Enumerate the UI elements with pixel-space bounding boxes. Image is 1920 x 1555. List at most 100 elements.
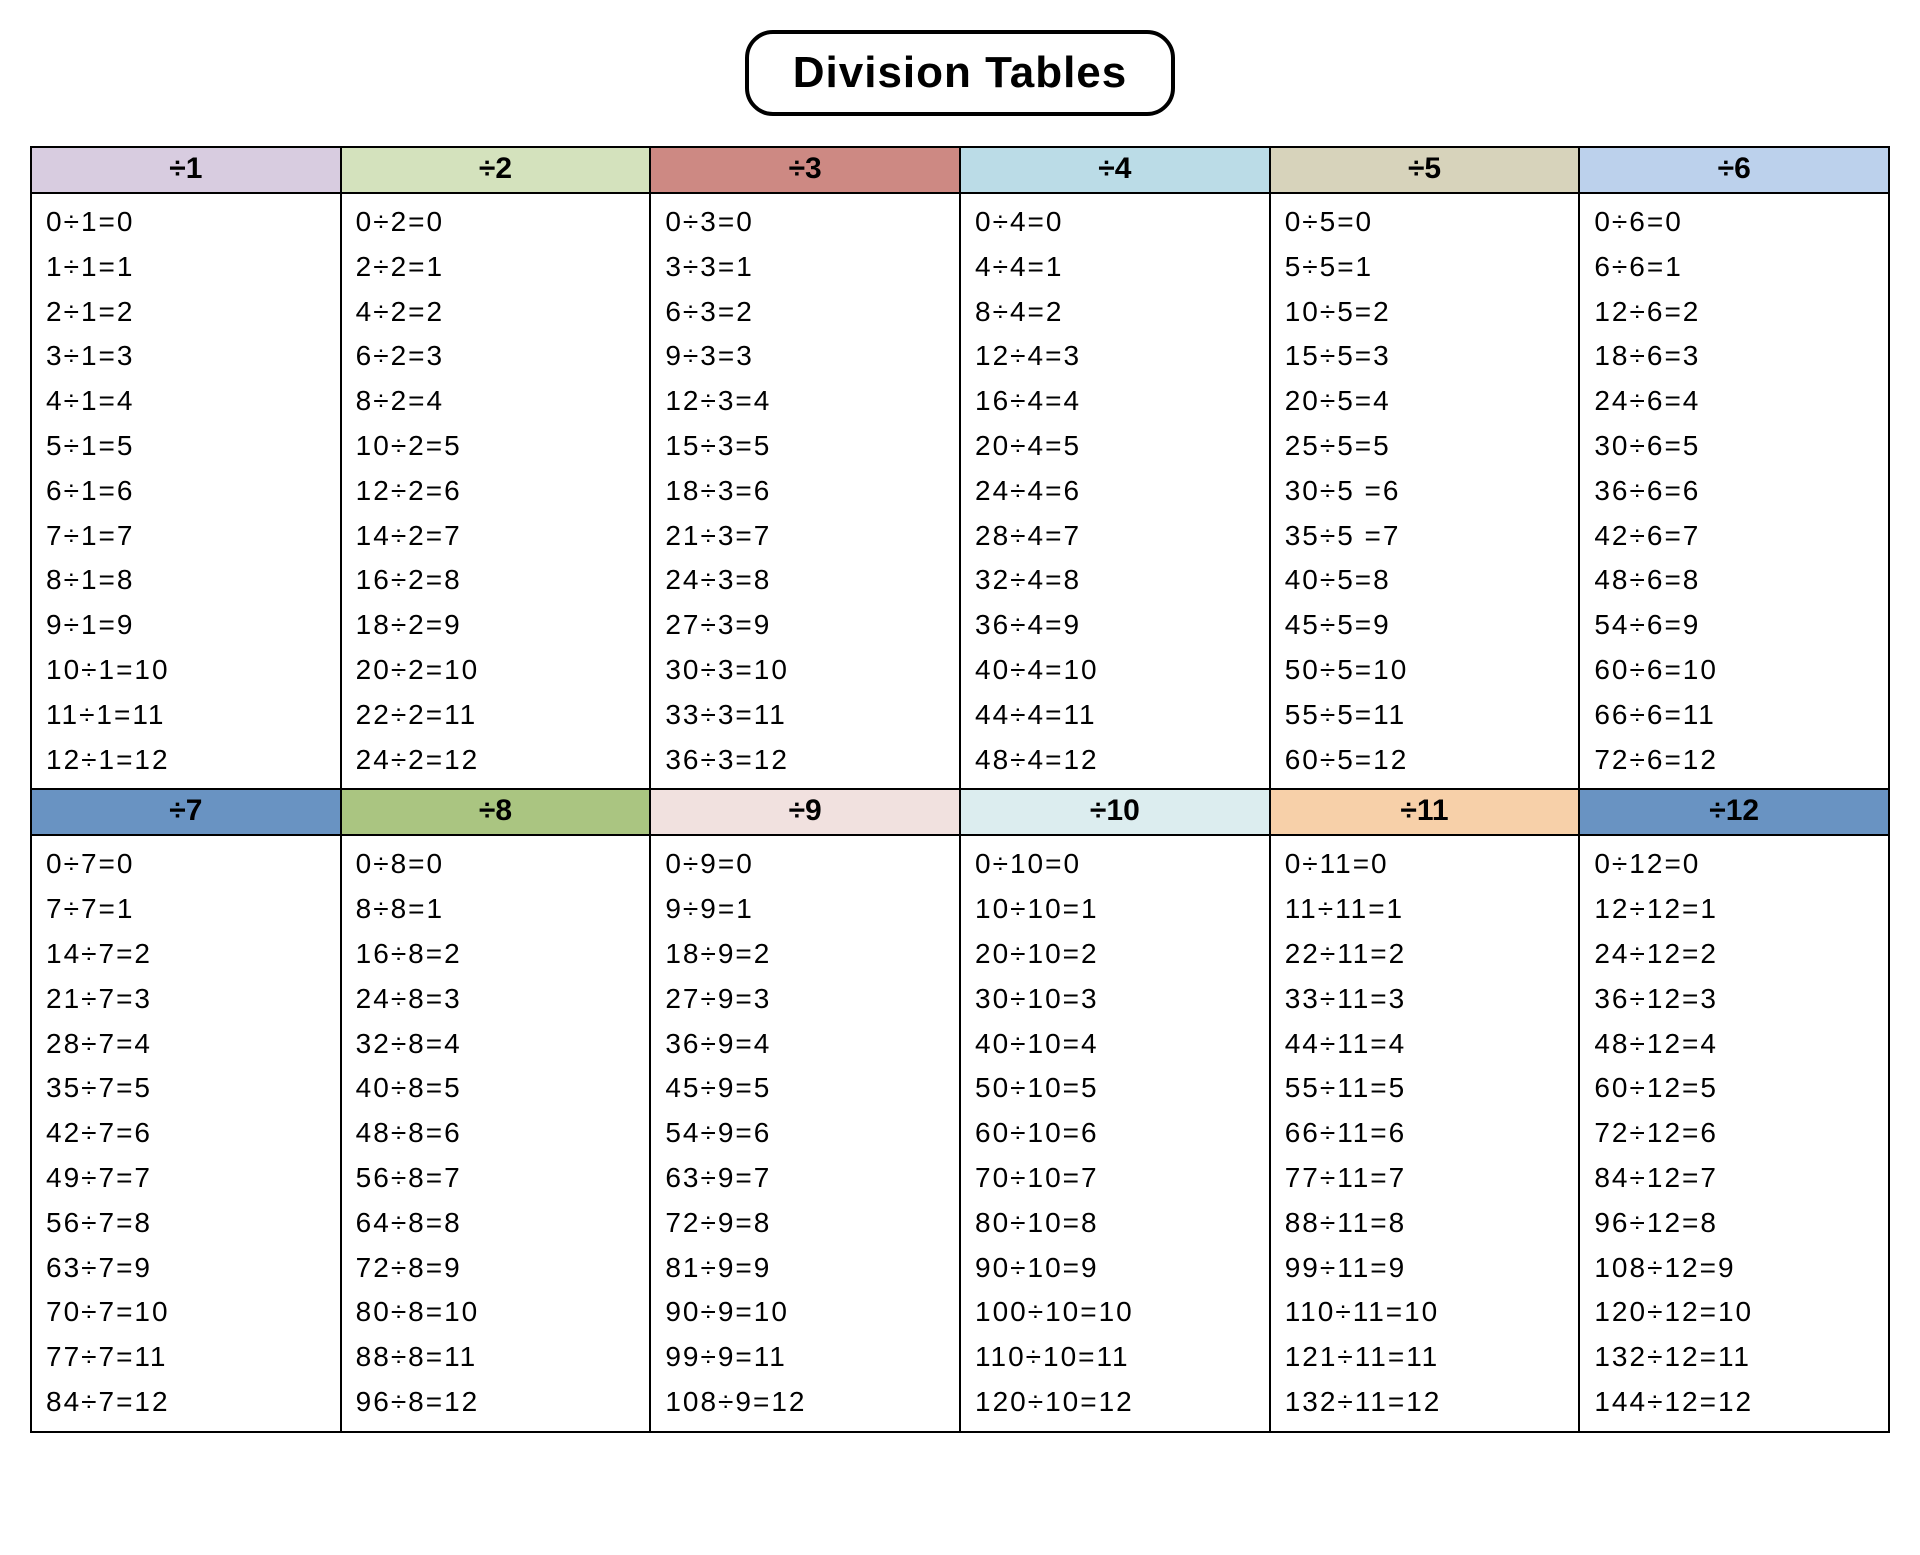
equation: 6÷3=2 (665, 290, 949, 335)
division-column-1: ÷10÷1=01÷1=12÷1=23÷1=34÷1=45÷1=56÷1=67÷1… (32, 146, 342, 788)
equation: 8÷8=1 (356, 887, 640, 932)
column-header: ÷3 (651, 146, 959, 194)
equation: 32÷4=8 (975, 558, 1259, 603)
division-column-12: ÷120÷12=012÷12=124÷12=236÷12=348÷12=460÷… (1580, 788, 1888, 1430)
equation: 70÷10=7 (975, 1156, 1259, 1201)
equation: 8÷4=2 (975, 290, 1259, 335)
equation: 84÷7=12 (46, 1380, 330, 1425)
equation: 27÷9=3 (665, 977, 949, 1022)
equation: 27÷3=9 (665, 603, 949, 648)
equation: 120÷10=12 (975, 1380, 1259, 1425)
equation: 14÷7=2 (46, 932, 330, 977)
equation: 50÷10=5 (975, 1066, 1259, 1111)
division-column-2: ÷20÷2=02÷2=14÷2=26÷2=38÷2=410÷2=512÷2=61… (342, 146, 652, 788)
equation: 36÷9=4 (665, 1022, 949, 1067)
equation: 99÷9=11 (665, 1335, 949, 1380)
equation: 32÷8=4 (356, 1022, 640, 1067)
division-column-8: ÷80÷8=08÷8=116÷8=224÷8=332÷8=440÷8=548÷8… (342, 788, 652, 1430)
equation: 77÷11=7 (1285, 1156, 1569, 1201)
equation: 15÷3=5 (665, 424, 949, 469)
equation: 5÷1=5 (46, 424, 330, 469)
equation: 120÷12=10 (1594, 1290, 1878, 1335)
equation: 40÷4=10 (975, 648, 1259, 693)
equation: 96÷12=8 (1594, 1201, 1878, 1246)
equation: 40÷5=8 (1285, 558, 1569, 603)
equation: 90÷10=9 (975, 1246, 1259, 1291)
equation: 50÷5=10 (1285, 648, 1569, 693)
equation: 18÷9=2 (665, 932, 949, 977)
equation: 16÷2=8 (356, 558, 640, 603)
equation: 108÷9=12 (665, 1380, 949, 1425)
equation: 121÷11=11 (1285, 1335, 1569, 1380)
equation: 15÷5=3 (1285, 334, 1569, 379)
equation: 21÷3=7 (665, 514, 949, 559)
equation: 55÷11=5 (1285, 1066, 1569, 1111)
division-column-4: ÷40÷4=04÷4=18÷4=212÷4=316÷4=420÷4=524÷4=… (961, 146, 1271, 788)
equation: 5÷5=1 (1285, 245, 1569, 290)
equation: 84÷12=7 (1594, 1156, 1878, 1201)
equation: 0÷1=0 (46, 200, 330, 245)
column-header: ÷8 (342, 788, 650, 836)
equation: 36÷12=3 (1594, 977, 1878, 1022)
equation: 48÷6=8 (1594, 558, 1878, 603)
equation: 12÷3=4 (665, 379, 949, 424)
equation: 80÷8=10 (356, 1290, 640, 1335)
equation: 7÷1=7 (46, 514, 330, 559)
equation: 132÷11=12 (1285, 1380, 1569, 1425)
equation: 12÷2=6 (356, 469, 640, 514)
equation: 10÷2=5 (356, 424, 640, 469)
equation: 0÷8=0 (356, 842, 640, 887)
equation: 81÷9=9 (665, 1246, 949, 1291)
equation: 0÷5=0 (1285, 200, 1569, 245)
equation: 20÷2=10 (356, 648, 640, 693)
column-body: 0÷12=012÷12=124÷12=236÷12=348÷12=460÷12=… (1580, 836, 1888, 1430)
equation: 64÷8=8 (356, 1201, 640, 1246)
division-column-11: ÷110÷11=011÷11=122÷11=233÷11=344÷11=455÷… (1271, 788, 1581, 1430)
title-container: Division Tables (30, 30, 1890, 116)
equation: 72÷12=6 (1594, 1111, 1878, 1156)
equation: 28÷4=7 (975, 514, 1259, 559)
equation: 18÷6=3 (1594, 334, 1878, 379)
equation: 110÷11=10 (1285, 1290, 1569, 1335)
equation: 60÷12=5 (1594, 1066, 1878, 1111)
equation: 54÷9=6 (665, 1111, 949, 1156)
column-header: ÷12 (1580, 788, 1888, 836)
column-header: ÷1 (32, 146, 340, 194)
equation: 0÷12=0 (1594, 842, 1878, 887)
equation: 10÷10=1 (975, 887, 1259, 932)
equation: 0÷4=0 (975, 200, 1259, 245)
equation: 48÷4=12 (975, 738, 1259, 783)
equation: 12÷1=12 (46, 738, 330, 783)
equation: 24÷4=6 (975, 469, 1259, 514)
equation: 36÷3=12 (665, 738, 949, 783)
column-body: 0÷8=08÷8=116÷8=224÷8=332÷8=440÷8=548÷8=6… (342, 836, 650, 1430)
column-body: 0÷10=010÷10=120÷10=230÷10=340÷10=450÷10=… (961, 836, 1269, 1430)
equation: 24÷2=12 (356, 738, 640, 783)
equation: 20÷5=4 (1285, 379, 1569, 424)
equation: 100÷10=10 (975, 1290, 1259, 1335)
equation: 11÷1=11 (46, 693, 330, 738)
equation: 24÷3=8 (665, 558, 949, 603)
equation: 56÷7=8 (46, 1201, 330, 1246)
equation: 90÷9=10 (665, 1290, 949, 1335)
column-body: 0÷4=04÷4=18÷4=212÷4=316÷4=420÷4=524÷4=62… (961, 194, 1269, 788)
column-header: ÷9 (651, 788, 959, 836)
equation: 132÷12=11 (1594, 1335, 1878, 1380)
division-column-5: ÷50÷5=05÷5=110÷5=215÷5=320÷5=425÷5=530÷5… (1271, 146, 1581, 788)
equation: 108÷12=9 (1594, 1246, 1878, 1291)
equation: 0÷7=0 (46, 842, 330, 887)
equation: 55÷5=11 (1285, 693, 1569, 738)
equation: 42÷6=7 (1594, 514, 1878, 559)
equation: 0÷2=0 (356, 200, 640, 245)
column-body: 0÷6=06÷6=112÷6=218÷6=324÷6=430÷6=536÷6=6… (1580, 194, 1888, 788)
equation: 20÷4=5 (975, 424, 1259, 469)
column-header: ÷6 (1580, 146, 1888, 194)
equation: 60÷5=12 (1285, 738, 1569, 783)
equation: 72÷9=8 (665, 1201, 949, 1246)
equation: 72÷8=9 (356, 1246, 640, 1291)
division-column-10: ÷100÷10=010÷10=120÷10=230÷10=340÷10=450÷… (961, 788, 1271, 1430)
equation: 6÷6=1 (1594, 245, 1878, 290)
equation: 12÷6=2 (1594, 290, 1878, 335)
equation: 10÷5=2 (1285, 290, 1569, 335)
equation: 63÷9=7 (665, 1156, 949, 1201)
